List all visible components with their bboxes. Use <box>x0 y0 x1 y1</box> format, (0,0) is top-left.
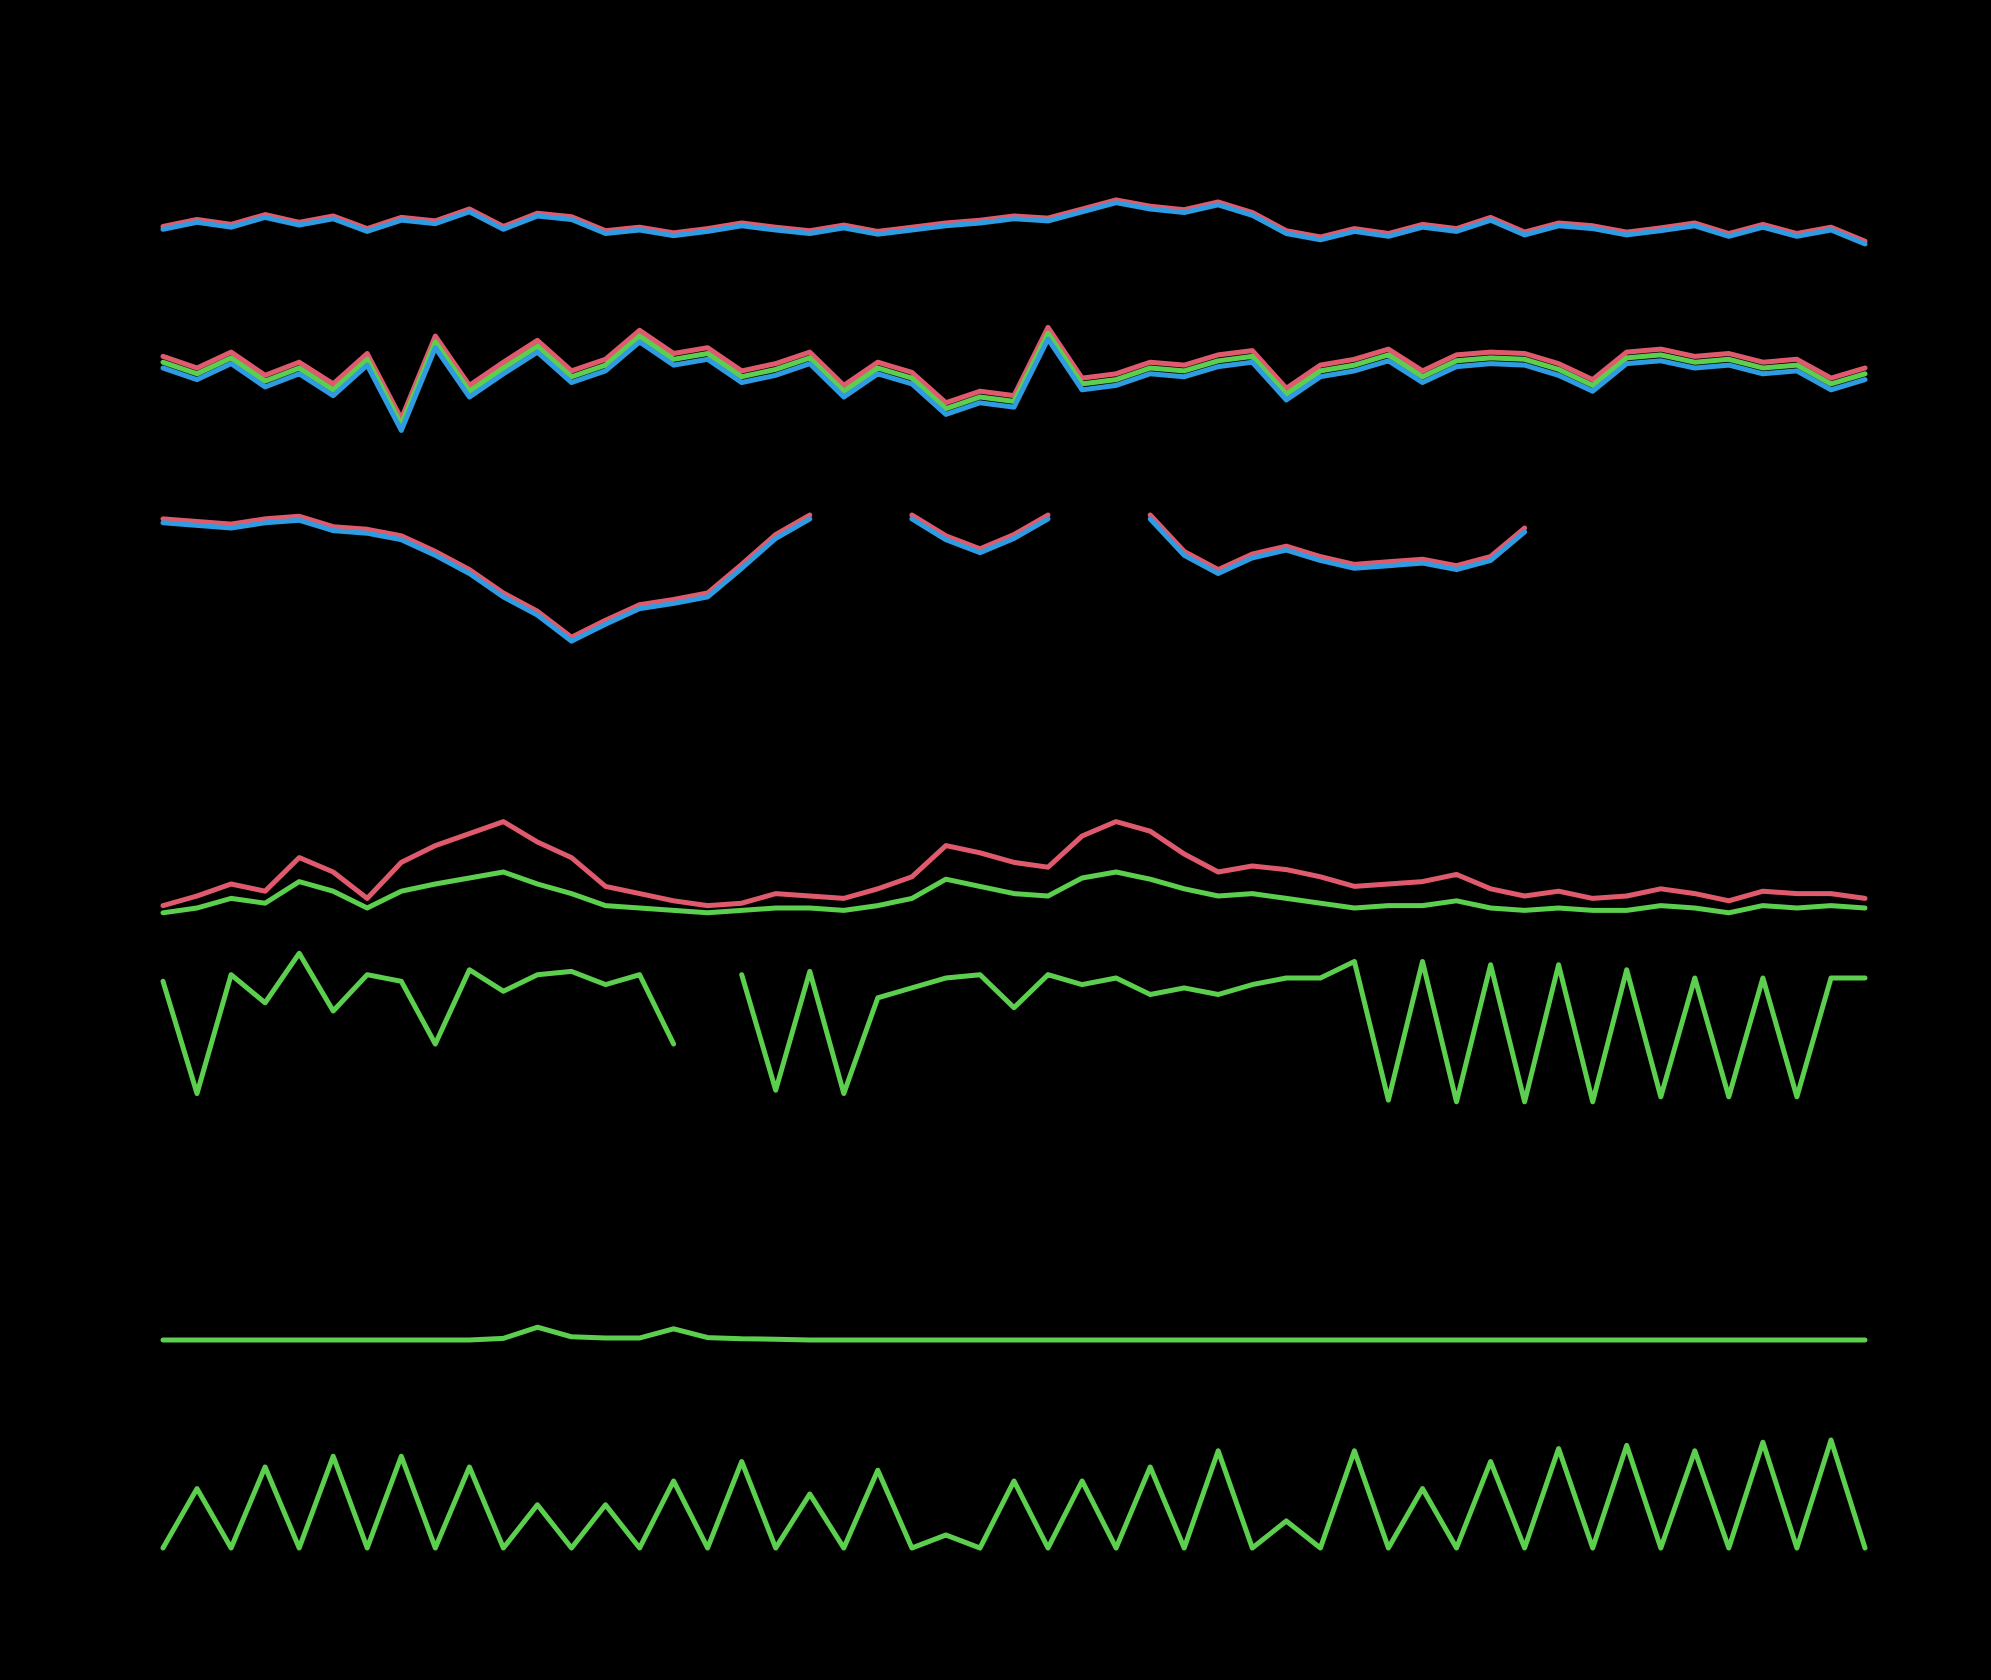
chart-area <box>0 0 1991 1680</box>
chart-svg <box>0 0 1991 1680</box>
chart-background <box>0 0 1991 1680</box>
